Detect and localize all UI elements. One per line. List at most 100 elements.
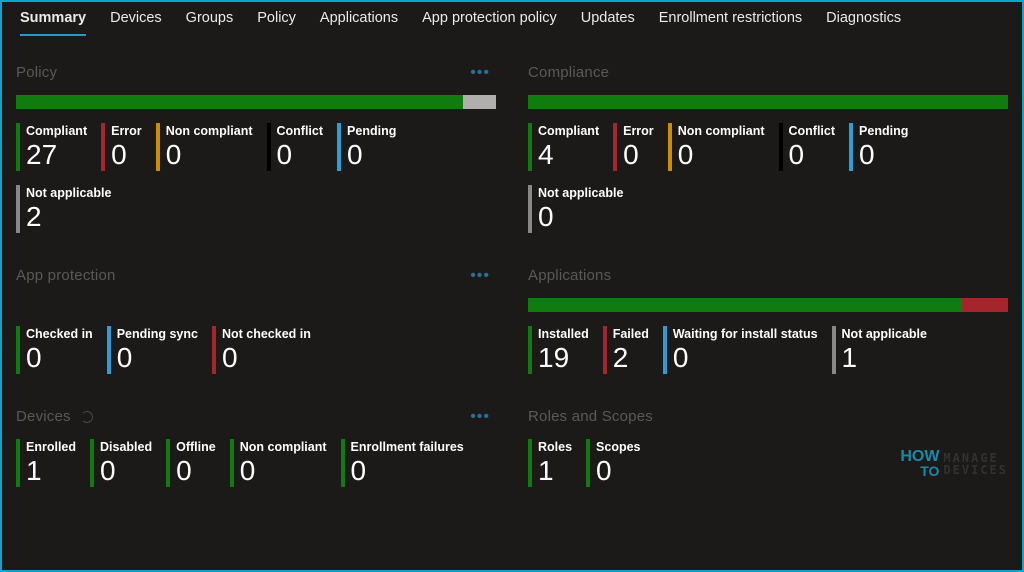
stat-pending[interactable]: Pending0 [337,123,396,171]
refresh-icon[interactable] [81,411,93,423]
compliance-bar [528,95,1008,109]
stat-color-bar [101,123,105,171]
stat-pending-sync[interactable]: Pending sync0 [107,326,198,374]
stat-label: Conflict [277,123,324,139]
watermark-to: TO [920,464,939,478]
stat-error[interactable]: Error0 [101,123,142,171]
card-title-text: Devices [16,408,71,425]
stat-value: 27 [26,139,87,171]
stat-disabled[interactable]: Disabled0 [90,439,152,487]
stat-value: 0 [117,342,198,374]
stat-compliant[interactable]: Compliant4 [528,123,599,171]
stat-label: Scopes [596,439,640,455]
stat-waiting-for-install-status[interactable]: Waiting for install status0 [663,326,818,374]
watermark-line2: DEVICES [943,464,1008,476]
tab-bar: Summary Devices Groups Policy Applications Ap… [2,2,1022,36]
tab-diagnostics[interactable]: Diagnostics [826,8,901,36]
applications-stats: Installed19 Failed2 Waiting for install st… [528,326,1008,374]
stat-scopes[interactable]: Scopes0 [586,439,640,487]
stat-checked-in[interactable]: Checked in0 [16,326,93,374]
card-title: Policy [16,64,496,81]
stat-error[interactable]: Error0 [613,123,654,171]
stat-value: 19 [538,342,589,374]
stat-color-bar [528,185,532,233]
stat-color-bar [779,123,783,171]
more-icon[interactable]: ••• [470,64,490,82]
stat-enrollment-failures[interactable]: Enrollment failures0 [341,439,464,487]
stat-color-bar [528,439,532,487]
tab-devices[interactable]: Devices [110,8,162,36]
stat-color-bar [849,123,853,171]
stat-color-bar [230,439,234,487]
stat-label: Non compliant [166,123,253,139]
stat-color-bar [663,326,667,374]
stat-label: Enrollment failures [351,439,464,455]
tab-enrollment-restrictions[interactable]: Enrollment restrictions [659,8,802,36]
tab-app-protection-policy[interactable]: App protection policy [422,8,557,36]
stat-value: 4 [538,139,599,171]
stat-label: Installed [538,326,589,342]
stat-label: Pending [347,123,396,139]
card-title: App protection [16,267,496,284]
stat-conflict[interactable]: Conflict0 [779,123,836,171]
stat-label: Pending sync [117,326,198,342]
tab-policy[interactable]: Policy [257,8,296,36]
more-icon[interactable]: ••• [470,267,490,285]
stat-enrolled[interactable]: Enrolled1 [16,439,76,487]
tab-summary[interactable]: Summary [20,8,86,36]
stat-color-bar [107,326,111,374]
tab-updates[interactable]: Updates [581,8,635,36]
stat-not-applicable[interactable]: Not applicable1 [832,326,927,374]
stat-color-bar [16,185,20,233]
tab-applications[interactable]: Applications [320,8,398,36]
more-icon[interactable]: ••• [470,408,490,426]
bar-segment [962,298,1008,312]
stat-color-bar [613,123,617,171]
stat-label: Not applicable [26,185,111,201]
stat-color-bar [528,123,532,171]
tab-groups[interactable]: Groups [186,8,234,36]
stat-label: Non compliant [240,439,327,455]
stat-not-applicable[interactable]: Not applicable0 [528,185,623,233]
stat-not-checked-in[interactable]: Not checked in0 [212,326,311,374]
stat-value: 2 [613,342,649,374]
card-devices: Devices ••• Enrolled1Disabled0Offline0No… [16,408,496,487]
appprotection-stats: Checked in0Pending sync0Not checked in0 [16,326,496,374]
stat-color-bar [603,326,607,374]
stat-label: Disabled [100,439,152,455]
stat-offline[interactable]: Offline0 [166,439,216,487]
stat-value: 1 [842,342,927,374]
stat-compliant[interactable]: Compliant27 [16,123,87,171]
watermark-how: HOW [900,450,939,464]
card-policy: Policy ••• Compliant27Error0Non complian… [16,64,496,233]
stat-value: 0 [166,139,253,171]
applications-bar [528,298,1008,312]
stat-label: Offline [176,439,216,455]
stat-non-compliant[interactable]: Non compliant0 [230,439,327,487]
stat-conflict[interactable]: Conflict0 [267,123,324,171]
stat-label: Failed [613,326,649,342]
card-applications: Applications Installed19 Failed2 Waiting f… [528,267,1008,374]
policy-bar [16,95,496,109]
stat-value: 0 [176,455,216,487]
watermark: HOW TO MANAGE DEVICES [900,450,1008,478]
stat-label: Waiting for install status [673,326,818,342]
stat-label: Error [111,123,142,139]
stat-label: Compliant [538,123,599,139]
card-title: Applications [528,267,1008,284]
stat-failed[interactable]: Failed2 [603,326,649,374]
bar-segment [463,95,496,109]
stat-pending[interactable]: Pending0 [849,123,908,171]
stat-value: 0 [26,342,93,374]
stat-color-bar [832,326,836,374]
card-app-protection: App protection ••• Checked in0 Pending sy… [16,267,496,374]
stat-value: 1 [538,455,572,487]
stat-non-compliant[interactable]: Non compliant0 [156,123,253,171]
stat-not-applicable[interactable]: Not applicable2 [16,185,111,233]
stat-installed[interactable]: Installed19 [528,326,589,374]
stat-roles[interactable]: Roles1 [528,439,572,487]
stat-color-bar [668,123,672,171]
stat-color-bar [156,123,160,171]
stat-color-bar [341,439,345,487]
stat-non-compliant[interactable]: Non compliant0 [668,123,765,171]
